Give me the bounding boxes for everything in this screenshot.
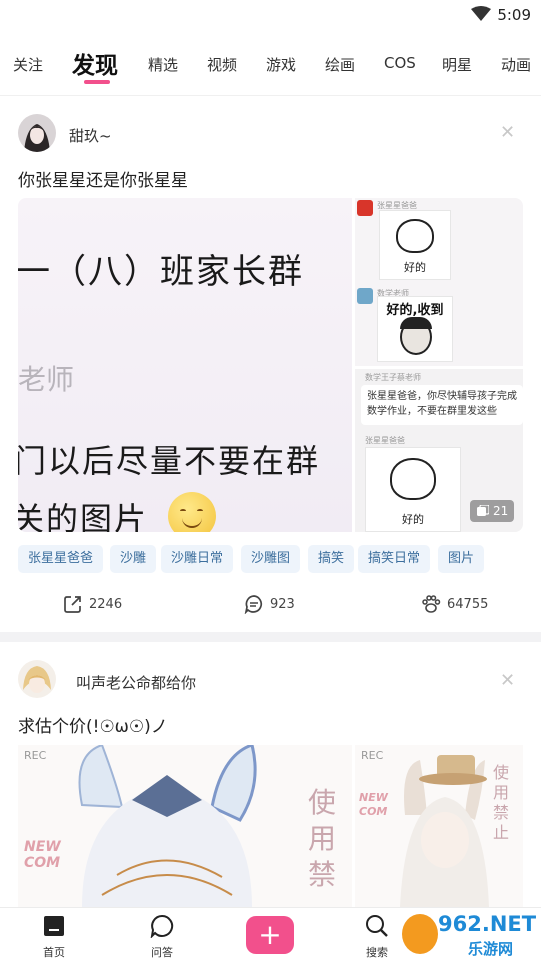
image-text: REC xyxy=(24,749,47,762)
like-button[interactable]: 64755 xyxy=(421,594,491,616)
username[interactable]: 叫声老公命都给你 xyxy=(76,672,196,693)
post-image-side[interactable]: 张星星爸爸 好的 数学老师 好的,收到 xyxy=(355,198,523,366)
avatar[interactable] xyxy=(18,660,56,698)
tag-chip[interactable]: 搞笑日常 xyxy=(358,545,431,573)
image-text: 一（八）班家长群 xyxy=(18,252,304,292)
comment-button[interactable]: 923 xyxy=(244,594,304,616)
share-button[interactable]: 2246 xyxy=(63,594,133,616)
tab-celebrity[interactable]: 明星 xyxy=(442,54,472,75)
like-count: 64755 xyxy=(447,597,489,612)
comment-count: 923 xyxy=(270,597,295,612)
post-image-side[interactable]: REC NEW COM 使用禁止 xyxy=(355,745,523,907)
username[interactable]: 甜玖~ xyxy=(69,125,112,146)
share-icon xyxy=(64,596,81,613)
chat-avatar-icon xyxy=(357,200,373,216)
watermark: 962.NET 乐游网 xyxy=(398,908,541,962)
chat-sender: 张星星爸爸 xyxy=(365,436,405,445)
active-tab-indicator xyxy=(84,80,110,84)
image-count-badge: 21 xyxy=(470,500,514,522)
nav-qa-label: 问答 xyxy=(151,946,173,959)
chat-avatar-icon xyxy=(357,288,373,304)
tab-game[interactable]: 游戏 xyxy=(266,54,296,75)
tab-featured[interactable]: 精选 xyxy=(148,54,178,75)
watermark-text: 乐游网 xyxy=(468,940,514,958)
chat-bubble-icon xyxy=(150,914,174,938)
close-icon[interactable]: ✕ xyxy=(500,122,515,143)
tag-chip[interactable]: 图片 xyxy=(438,545,485,573)
image-text: 门以后尽量不要在群 xyxy=(18,442,321,480)
status-bar: 5:09 xyxy=(0,0,541,30)
search-icon xyxy=(366,915,388,937)
tab-cos[interactable]: COS xyxy=(384,54,416,72)
nav-home[interactable]: 首页 xyxy=(24,914,84,962)
home-icon xyxy=(44,916,64,936)
status-time: 5:09 xyxy=(497,6,531,24)
image-text: 使用禁止 xyxy=(493,763,510,842)
tab-anime[interactable]: 动画 xyxy=(501,54,531,75)
top-category-nav: 关注 发现 精选 视频 游戏 绘画 COS 明星 动画 xyxy=(0,44,541,88)
chat-sender: 数学王子蔡老师 xyxy=(365,373,421,382)
image-text: 老师 xyxy=(18,363,75,396)
image-text: REC xyxy=(361,749,384,762)
anime-illustration xyxy=(400,755,489,907)
section-divider xyxy=(0,632,541,642)
image-text: 使用禁 xyxy=(308,786,337,891)
images-icon xyxy=(477,505,489,516)
post-image-main[interactable]: 一（八）班家长群 老师 门以后尽量不要在群 关的图片 xyxy=(18,198,352,532)
tag-chip[interactable]: 沙雕 xyxy=(110,545,157,573)
wifi-icon xyxy=(471,6,491,21)
meme-sticker: 好的 xyxy=(365,447,461,532)
close-icon[interactable]: ✕ xyxy=(500,670,515,691)
avatar[interactable] xyxy=(18,114,56,152)
watermark-logo xyxy=(402,914,438,954)
meme-sticker: 好的 xyxy=(379,210,451,280)
image-text: 关的图片 xyxy=(18,500,149,532)
plus-icon: + xyxy=(258,918,282,951)
sticker-caption: 好的 xyxy=(402,513,424,526)
paw-icon xyxy=(422,595,441,613)
tag-chip[interactable]: 搞笑 xyxy=(308,545,355,573)
tag-chip[interactable]: 沙雕日常 xyxy=(161,545,234,573)
anime-illustration xyxy=(78,745,257,907)
tab-follow[interactable]: 关注 xyxy=(13,54,43,75)
create-post-button[interactable]: + xyxy=(246,916,294,954)
tag-chip[interactable]: 沙雕图 xyxy=(241,545,301,573)
post-text[interactable]: 求估个价(!☉ω☉)ノ xyxy=(18,712,168,737)
tag-chip[interactable]: 张星星爸爸 xyxy=(18,545,104,573)
nav-home-label: 首页 xyxy=(43,946,65,959)
smiley-emoji-icon xyxy=(168,492,216,532)
comment-icon xyxy=(244,595,263,614)
watermark-text: 962.NET xyxy=(438,912,537,936)
share-count: 2246 xyxy=(89,597,123,612)
divider xyxy=(0,95,541,96)
sticker-caption: 好的,收到 xyxy=(386,303,444,318)
post-text[interactable]: 你张星星还是你张星星 xyxy=(18,166,188,191)
meme-sticker: 好的,收到 xyxy=(377,296,453,362)
sticker-caption: 好的 xyxy=(404,261,426,274)
image-count: 21 xyxy=(493,504,509,518)
tab-video[interactable]: 视频 xyxy=(207,54,237,75)
post-image-main[interactable]: REC NEW COM 使用禁 xyxy=(18,745,352,907)
chat-message: 张星星爸爸，你尽快辅导孩子完成数学作业，不要在群里发这些 xyxy=(361,385,523,425)
nav-qa[interactable]: 问答 xyxy=(132,914,192,962)
tab-drawing[interactable]: 绘画 xyxy=(325,54,355,75)
tab-discover[interactable]: 发现 xyxy=(72,46,118,80)
